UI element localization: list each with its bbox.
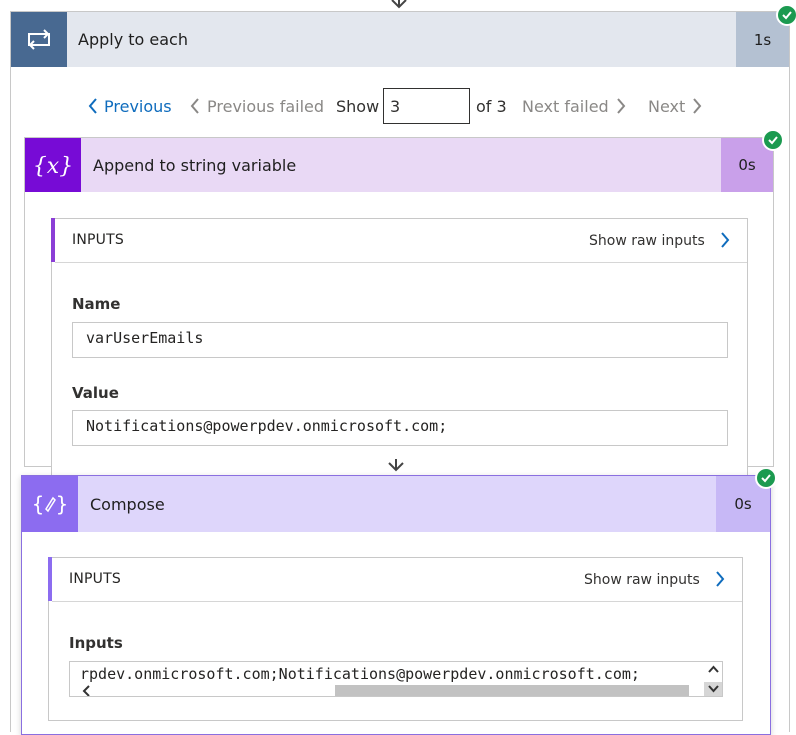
compose-title: Compose (90, 495, 165, 514)
chevron-right-icon (716, 571, 725, 587)
next-failed-button[interactable]: Next failed (522, 96, 626, 118)
append-show-raw-inputs-link[interactable]: Show raw inputs (589, 230, 730, 249)
show-raw-inputs-label: Show raw inputs (584, 572, 700, 588)
svg-text:{: { (32, 492, 45, 516)
of-total-label: of 3 (476, 97, 507, 116)
connector-arrow-icon (391, 0, 407, 9)
vertical-scrollbar[interactable] (704, 662, 722, 696)
append-inputs-title: INPUTS (72, 232, 124, 248)
compose-show-raw-inputs-link[interactable]: Show raw inputs (584, 569, 725, 588)
check-circle-icon (755, 467, 777, 489)
loop-icon (28, 29, 50, 50)
svg-text:}: } (56, 492, 69, 516)
show-label: Show (336, 97, 380, 116)
previous-failed-label: Previous failed (207, 97, 325, 116)
name-field-value: varUserEmails (72, 322, 728, 358)
next-failed-label: Next failed (522, 97, 609, 116)
chevron-left-icon (190, 98, 199, 114)
chevron-left-icon (88, 98, 97, 114)
previous-label: Previous (104, 97, 172, 116)
horizontal-scrollbar[interactable] (70, 684, 704, 697)
iteration-input[interactable] (383, 88, 470, 124)
svg-text:{x}: {x} (33, 154, 73, 179)
inputs-field-box[interactable]: rpdev.onmicrosoft.com;Notifications@powe… (69, 661, 723, 697)
inputs-accent-stripe (48, 557, 52, 601)
value-field-label: Value (72, 384, 119, 402)
inputs-field-label: Inputs (69, 634, 123, 652)
apply-to-each-title: Apply to each (78, 30, 188, 49)
variable-icon: {x} (33, 154, 73, 179)
chevron-right-icon (693, 98, 702, 114)
inputs-accent-stripe (51, 218, 55, 262)
previous-button[interactable]: Previous (88, 96, 172, 118)
chevron-right-icon (616, 98, 626, 114)
show-raw-inputs-label: Show raw inputs (589, 233, 705, 249)
compose-icon-box: { } (22, 476, 78, 532)
append-variable-title: Append to string variable (93, 156, 297, 175)
apply-to-each-icon-box (11, 12, 67, 67)
inputs-divider (55, 262, 747, 263)
scroll-down-icon[interactable] (707, 684, 720, 694)
next-button[interactable]: Next (648, 96, 702, 118)
scroll-up-icon[interactable] (707, 664, 720, 674)
check-circle-icon (776, 4, 796, 26)
connector-arrow-icon (388, 459, 404, 472)
name-field-label: Name (72, 295, 121, 313)
inputs-field-value: rpdev.onmicrosoft.com;Notifications@powe… (80, 665, 640, 683)
compose-icon: { } (32, 492, 69, 516)
previous-failed-button[interactable]: Previous failed (190, 96, 324, 118)
append-variable-icon-box: {x} (25, 138, 81, 192)
value-field-value: Notifications@powerpdev.onmicrosoft.com; (72, 410, 728, 446)
compose-inputs-title: INPUTS (69, 571, 121, 587)
next-label: Next (648, 97, 686, 116)
chevron-right-icon (721, 232, 730, 248)
check-circle-icon (762, 129, 784, 151)
horizontal-scroll-thumb[interactable] (335, 685, 689, 696)
scroll-left-icon[interactable] (82, 685, 92, 697)
inputs-divider (52, 601, 742, 602)
